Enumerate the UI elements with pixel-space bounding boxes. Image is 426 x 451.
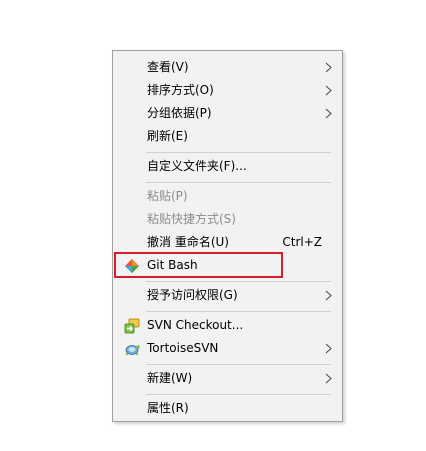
menu-item-label: 自定义文件夹(F)... (147, 159, 247, 173)
tortoisesvn-icon (125, 345, 140, 356)
menu-item-properties[interactable]: 属性(R) (113, 397, 342, 420)
menu-item-label: 分组依据(P) (147, 106, 212, 120)
menu-item-refresh[interactable]: 刷新(E) (113, 125, 342, 148)
menu-separator (146, 394, 331, 395)
menu-item-paste-shortcut: 粘贴快捷方式(S) (113, 208, 342, 231)
menu-item-label: 粘贴(P) (147, 189, 188, 203)
menu-item-give-access[interactable]: 授予访问权限(G) (113, 284, 342, 307)
menu-item-label: 刷新(E) (147, 129, 188, 143)
menu-item-svn-checkout[interactable]: SVN Checkout... (113, 314, 342, 337)
menu-item-label: 授予访问权限(G) (147, 288, 238, 302)
menu-item-undo-rename[interactable]: 撤消 重命名(U) Ctrl+Z (113, 231, 342, 254)
chevron-right-icon (325, 343, 332, 354)
git-bash-icon (125, 259, 139, 273)
menu-item-sort-by[interactable]: 排序方式(O) (113, 79, 342, 102)
menu-item-label: 粘贴快捷方式(S) (147, 212, 236, 226)
menu-separator (146, 152, 331, 153)
menu-item-view[interactable]: 查看(V) (113, 56, 342, 79)
menu-item-paste: 粘贴(P) (113, 185, 342, 208)
menu-item-new[interactable]: 新建(W) (113, 367, 342, 390)
menu-separator (146, 182, 331, 183)
menu-item-group-by[interactable]: 分组依据(P) (113, 102, 342, 125)
menu-item-label: 属性(R) (147, 401, 189, 415)
chevron-right-icon (325, 85, 332, 96)
menu-item-label: 新建(W) (147, 371, 193, 385)
menu-item-label: SVN Checkout... (147, 318, 244, 332)
menu-item-label: TortoiseSVN (147, 341, 219, 355)
svn-checkout-icon (124, 318, 140, 334)
chevron-right-icon (325, 108, 332, 119)
menu-separator (146, 364, 331, 365)
menu-item-label: Git Bash (147, 258, 198, 272)
menu-item-label: 排序方式(O) (147, 83, 214, 97)
menu-separator (146, 281, 331, 282)
chevron-right-icon (325, 290, 332, 301)
menu-item-tortoisesvn[interactable]: TortoiseSVN (113, 337, 342, 360)
menu-item-shortcut: Ctrl+Z (282, 235, 322, 249)
context-menu: 查看(V) 排序方式(O) 分组依据(P) 刷新(E) 自定义文件夹(F)...… (112, 50, 343, 422)
menu-item-git-bash[interactable]: Git Bash (113, 254, 342, 277)
menu-item-customize-folder[interactable]: 自定义文件夹(F)... (113, 155, 342, 178)
menu-item-label: 查看(V) (147, 60, 189, 74)
chevron-right-icon (325, 373, 332, 384)
menu-separator (146, 311, 331, 312)
chevron-right-icon (325, 62, 332, 73)
menu-item-label: 撤消 重命名(U) (147, 235, 229, 249)
